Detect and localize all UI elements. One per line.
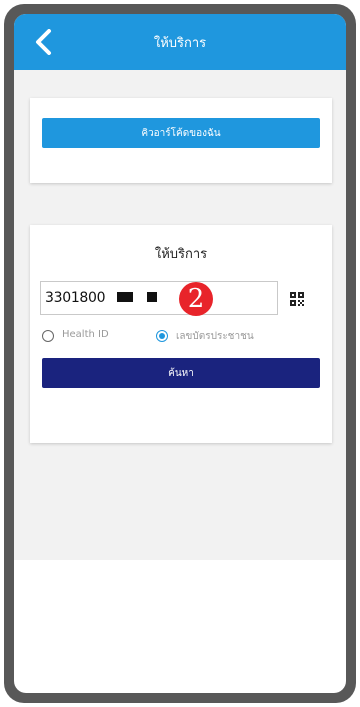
step-number-badge: 2 bbox=[179, 282, 213, 316]
app-bar: ให้บริการ bbox=[14, 14, 346, 70]
content-area: คิวอาร์โค้ดของฉัน ให้บริการ 3301800 2 He… bbox=[14, 70, 346, 560]
redaction-mark bbox=[117, 292, 133, 302]
id-number-input[interactable]: 3301800 2 bbox=[40, 281, 278, 316]
id-type-radio-group: Health ID เลขบัตรประชาชน bbox=[42, 329, 322, 345]
chevron-left-icon bbox=[36, 29, 51, 55]
radio-citizen-id-label[interactable]: เลขบัตรประชาชน bbox=[176, 329, 254, 344]
my-qr-card: คิวอาร์โค้ดของฉัน bbox=[30, 98, 332, 183]
phone-frame: ให้บริการ คิวอาร์โค้ดของฉัน ให้บริการ 33… bbox=[4, 4, 356, 703]
service-card-title: ให้บริการ bbox=[154, 247, 208, 262]
redaction-mark bbox=[147, 292, 157, 302]
app-screen: ให้บริการ คิวอาร์โค้ดของฉัน ให้บริการ 33… bbox=[14, 14, 346, 693]
service-card: ให้บริการ 3301800 2 Health ID เลขบัตรประ… bbox=[30, 225, 332, 443]
search-button[interactable]: ค้นหา bbox=[42, 358, 320, 388]
radio-citizen-id[interactable] bbox=[156, 330, 168, 342]
radio-health-id-label[interactable]: Health ID bbox=[62, 329, 109, 340]
qr-code-icon[interactable] bbox=[290, 291, 304, 306]
id-number-value: 3301800 bbox=[45, 290, 106, 306]
back-button[interactable] bbox=[28, 26, 60, 58]
radio-health-id[interactable] bbox=[42, 330, 54, 342]
page-title: ให้บริการ bbox=[153, 36, 207, 51]
qr-scan-icon bbox=[290, 292, 304, 306]
my-qr-code-button[interactable]: คิวอาร์โค้ดของฉัน bbox=[42, 118, 320, 148]
